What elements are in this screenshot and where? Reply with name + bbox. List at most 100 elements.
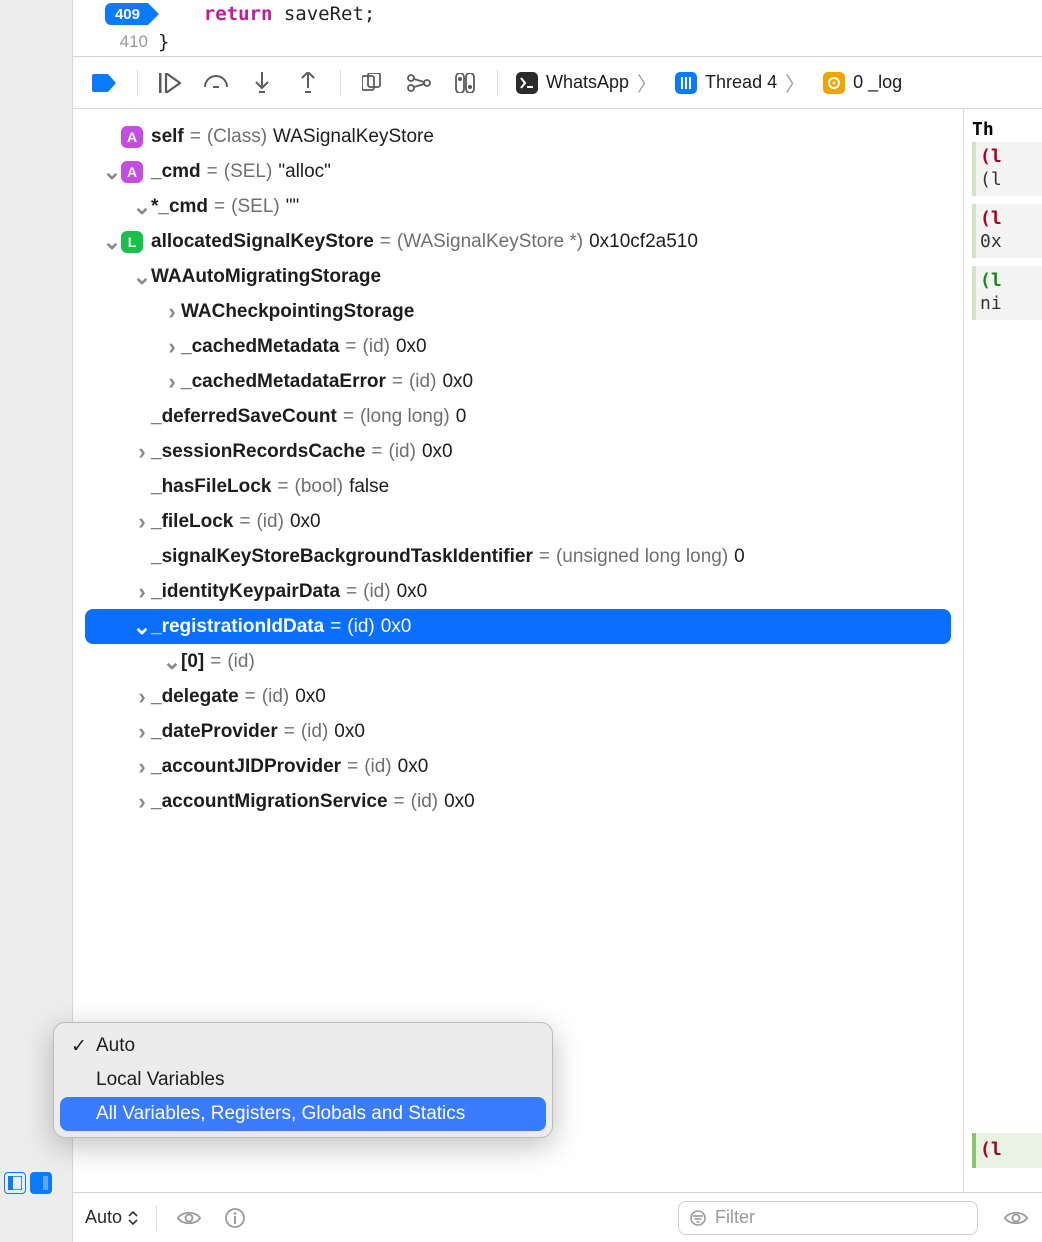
disclosure-triangle-icon[interactable]: ›: [133, 439, 151, 465]
continue-icon[interactable]: [156, 71, 184, 95]
variable-row[interactable]: _deferredSaveCount = (long long)0: [73, 399, 963, 434]
toggle-left-pane-button[interactable]: [4, 1172, 26, 1194]
variable-type: (id): [389, 441, 416, 463]
step-into-icon[interactable]: [248, 71, 276, 95]
disclosure-triangle-icon[interactable]: ⌄: [133, 614, 151, 640]
disclosure-triangle-icon[interactable]: ⌄: [103, 229, 121, 255]
memory-graph-icon[interactable]: [405, 71, 433, 95]
separator: [137, 70, 138, 96]
variable-value: 0x10cf2a510: [583, 231, 698, 253]
disclosure-triangle-icon[interactable]: ⌄: [133, 194, 151, 220]
info-icon[interactable]: [221, 1206, 249, 1230]
variable-type: (id): [411, 791, 438, 813]
variable-type: (SEL): [231, 196, 280, 218]
variable-name: _registrationIdData: [151, 616, 324, 638]
separator: [156, 1205, 157, 1231]
variable-type: (unsigned long long): [556, 546, 728, 568]
variable-row[interactable]: ›_dateProvider = (id)0x0: [73, 714, 963, 749]
local-badge-icon: L: [121, 231, 143, 253]
gutter-breakpoint[interactable]: 409: [73, 3, 158, 25]
view-hierarchy-icon[interactable]: [359, 71, 387, 95]
variable-row[interactable]: ⌄LallocatedSignalKeyStore = (WASignalKey…: [73, 224, 963, 259]
variable-value: WASignalKeyStore: [267, 126, 434, 148]
step-over-icon[interactable]: [202, 71, 230, 95]
variable-type: (id): [301, 721, 328, 743]
breakpoint-toggle-icon[interactable]: [91, 71, 119, 95]
frame-crumb[interactable]: 0 _log: [823, 72, 902, 94]
variable-type: (bool): [295, 476, 344, 498]
chevron-right-icon: 〉: [637, 68, 657, 97]
variable-row[interactable]: ›_accountMigrationService = (id)0x0: [73, 784, 963, 819]
variable-row[interactable]: ›_cachedMetadata = (id)0x0: [73, 329, 963, 364]
up-down-icon: [128, 1211, 138, 1225]
disclosure-triangle-icon[interactable]: ›: [133, 509, 151, 535]
variable-row[interactable]: ›_delegate = (id)0x0: [73, 679, 963, 714]
separator: [340, 70, 341, 96]
variable-name: *_cmd: [151, 196, 208, 218]
variable-name: _signalKeyStoreBackgroundTaskIdentifier: [151, 546, 533, 568]
console-group: (l 0x: [972, 204, 1042, 258]
variable-row[interactable]: _hasFileLock = (bool)false: [73, 469, 963, 504]
variable-name: _hasFileLock: [151, 476, 271, 498]
variable-row[interactable]: ›_cachedMetadataError = (id)0x0: [73, 364, 963, 399]
variable-value: 0x0: [328, 721, 365, 743]
quicklook-icon[interactable]: [175, 1206, 203, 1230]
argument-badge-icon: A: [121, 161, 143, 183]
variable-name: WAAutoMigratingStorage: [151, 266, 381, 288]
thread-crumb[interactable]: Thread 4 〉: [675, 68, 805, 97]
popup-menu-item[interactable]: Local Variables: [60, 1063, 546, 1097]
variable-row[interactable]: ⌄A_cmd = (SEL)"alloc": [73, 154, 963, 189]
variable-row[interactable]: ›_identityKeypairData = (id)0x0: [73, 574, 963, 609]
variable-type: (id): [227, 651, 254, 673]
terminal-icon: [516, 72, 538, 94]
filter-icon: [689, 1209, 707, 1227]
disclosure-triangle-icon[interactable]: ›: [163, 334, 181, 360]
disclosure-triangle-icon[interactable]: ›: [133, 684, 151, 710]
variable-row[interactable]: ⌄WAAutoMigratingStorage: [73, 259, 963, 294]
disclosure-triangle-icon[interactable]: ⌄: [103, 159, 121, 185]
variable-row[interactable]: ⌄_registrationIdData = (id)0x0: [85, 609, 951, 644]
variable-name: [0]: [181, 651, 204, 673]
disclosure-triangle-icon[interactable]: ›: [163, 299, 181, 325]
variable-row[interactable]: ›_fileLock = (id)0x0: [73, 504, 963, 539]
variable-row[interactable]: ⌄*_cmd = (SEL)"": [73, 189, 963, 224]
variable-type: (id): [347, 616, 374, 638]
disclosure-triangle-icon[interactable]: ⌄: [133, 264, 151, 290]
variable-row[interactable]: _signalKeyStoreBackgroundTaskIdentifier …: [73, 539, 963, 574]
code-line-409: 409 return saveRet;: [73, 0, 1042, 28]
disclosure-triangle-icon[interactable]: ›: [133, 579, 151, 605]
popup-menu-item[interactable]: ✓Auto: [60, 1029, 546, 1063]
variable-row[interactable]: ›WACheckpointingStorage: [73, 294, 963, 329]
variable-name: allocatedSignalKeyStore: [151, 231, 374, 253]
variable-name: _cachedMetadataError: [181, 371, 386, 393]
step-out-icon[interactable]: [294, 71, 322, 95]
popup-item-label: Auto: [96, 1035, 135, 1057]
quicklook-icon[interactable]: [1002, 1206, 1030, 1230]
variable-type: (id): [363, 336, 390, 358]
separator: [497, 70, 498, 96]
variable-name: self: [151, 126, 184, 148]
environment-overrides-icon[interactable]: [451, 71, 479, 95]
variable-type: (WASignalKeyStore *): [397, 231, 583, 253]
process-crumb[interactable]: WhatsApp 〉: [516, 68, 657, 97]
variable-row[interactable]: ›_sessionRecordsCache = (id)0x0: [73, 434, 963, 469]
disclosure-triangle-icon[interactable]: ›: [133, 754, 151, 780]
variable-row[interactable]: ⌄[0] = (id): [73, 644, 963, 679]
scope-picker[interactable]: Auto: [85, 1207, 138, 1228]
toggle-right-pane-button[interactable]: [30, 1172, 52, 1194]
variable-row[interactable]: ›_accountJIDProvider = (id)0x0: [73, 749, 963, 784]
variable-name: _identityKeypairData: [151, 581, 340, 603]
disclosure-triangle-icon[interactable]: ›: [133, 789, 151, 815]
filter-field[interactable]: Filter: [678, 1201, 978, 1235]
popup-item-label: Local Variables: [96, 1069, 225, 1091]
disclosure-triangle-icon[interactable]: ›: [133, 719, 151, 745]
variable-value: 0x0: [392, 756, 429, 778]
disclosure-triangle-icon[interactable]: ⌄: [163, 649, 181, 675]
console-pane[interactable]: Th (l (l (l 0x (l ni (l: [964, 109, 1042, 1192]
chevron-right-icon: 〉: [785, 68, 805, 97]
disclosure-triangle-icon[interactable]: ›: [163, 369, 181, 395]
popup-menu-item[interactable]: All Variables, Registers, Globals and St…: [60, 1097, 546, 1131]
variable-row[interactable]: Aself = (Class)WASignalKeyStore: [73, 119, 963, 154]
variable-value: 0x0: [436, 371, 473, 393]
scope-popup-menu[interactable]: ✓Auto Local Variables All Variables, Regis…: [53, 1022, 553, 1138]
